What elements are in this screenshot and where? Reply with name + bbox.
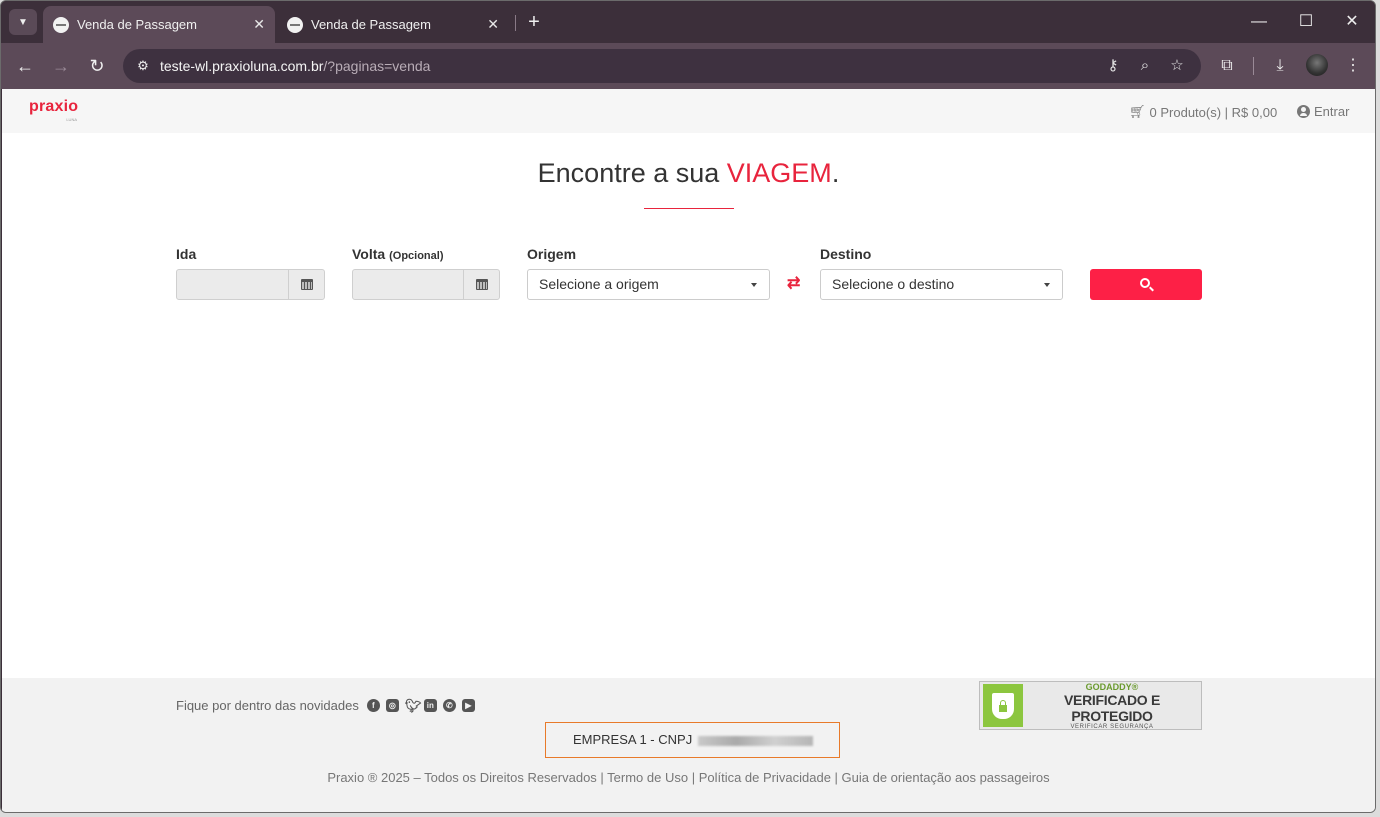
url-path: /?paginas=venda <box>323 58 431 74</box>
browser-window: ▼ Venda de Passagem ✕ Venda de Passagem … <box>0 0 1376 813</box>
site-header: praxio LUNA 🛒︎ 0 Produto(s) | R$ 0,00 En… <box>2 89 1375 133</box>
ida-date-field[interactable] <box>176 269 325 300</box>
volta-calendar-button[interactable] <box>463 270 499 299</box>
newsletter-row: Fique por dentro das novidades f ◎ 🐦︎ in… <box>176 698 475 713</box>
godaddy-seal[interactable]: GODADDY® VERIFICADO E PROTEGIDO VERIFICA… <box>979 681 1202 730</box>
praxio-logo[interactable]: praxio LUNA <box>29 99 79 123</box>
destino-select-value: Selecione o destino <box>832 276 955 292</box>
youtube-icon[interactable]: ▶ <box>461 699 475 712</box>
redacted-cnpj <box>697 735 813 746</box>
menu-kebab-icon[interactable]: ⋮ <box>1340 53 1366 79</box>
favicon-icon <box>53 16 69 33</box>
close-tab-icon[interactable]: ✕ <box>253 16 265 33</box>
destino-select[interactable]: Selecione o destino <box>820 269 1063 300</box>
url-text[interactable]: teste-wl.praxioluna.com.br/?paginas=vend… <box>160 58 430 74</box>
ida-calendar-button[interactable] <box>288 270 324 299</box>
close-tab-icon[interactable]: ✕ <box>487 16 499 33</box>
title-underline <box>644 208 734 209</box>
tab-title: Venda de Passagem <box>77 17 197 32</box>
extensions-icon[interactable]: ⧉ <box>1214 53 1240 79</box>
godaddy-sub-text: VERIFICAR SEGURANÇA <box>1070 723 1154 730</box>
ida-date-value[interactable] <box>177 270 288 299</box>
close-window-button[interactable]: ✕ <box>1338 9 1366 35</box>
user-circle-icon <box>1297 105 1310 118</box>
login-label: Entrar <box>1314 104 1350 119</box>
cart-summary: 0 Produto(s) | R$ 0,00 <box>1149 104 1278 120</box>
title-accent: VIAGEM <box>726 158 832 188</box>
page-content: praxio LUNA 🛒︎ 0 Produto(s) | R$ 0,00 En… <box>2 89 1375 812</box>
tab-strip: ▼ Venda de Passagem ✕ Venda de Passagem … <box>1 1 1375 43</box>
forward-button[interactable]: → <box>48 53 74 79</box>
caret-down-icon <box>751 283 757 287</box>
facebook-icon[interactable]: f <box>366 699 380 712</box>
site-footer: Fique por dentro das novidades f ◎ 🐦︎ in… <box>2 678 1375 812</box>
zoom-icon[interactable]: ⌕ <box>1133 54 1157 78</box>
download-icon[interactable]: ⤓ <box>1267 53 1293 79</box>
lock-icon <box>999 699 1007 712</box>
swap-arrows-icon[interactable]: ⇄ <box>787 273 800 293</box>
linkedin-icon[interactable]: in <box>423 699 437 712</box>
tab-title: Venda de Passagem <box>311 17 431 32</box>
volta-optional-text: (Opcional) <box>389 250 444 262</box>
origem-select[interactable]: Selecione a origem <box>527 269 770 300</box>
password-key-icon[interactable]: ⚷ <box>1101 54 1125 78</box>
godaddy-main-text: VERIFICADO E PROTEGIDO <box>1064 691 1160 724</box>
favicon-icon <box>287 16 303 33</box>
twitter-icon[interactable]: 🐦︎ <box>405 699 422 712</box>
search-icon <box>1139 278 1150 288</box>
reload-button[interactable]: ↻ <box>84 53 110 79</box>
maximize-button[interactable]: ☐ <box>1292 9 1320 35</box>
tab-search-button[interactable]: ▼ <box>9 9 37 35</box>
social-links: f ◎ 🐦︎ in ✆ ▶ <box>366 699 475 712</box>
tab-separator <box>515 15 516 31</box>
login-link[interactable]: Entrar <box>1297 104 1349 119</box>
profile-avatar[interactable] <box>1306 54 1328 76</box>
calendar-icon <box>300 279 313 290</box>
origem-select-value: Selecione a origem <box>539 276 659 292</box>
volta-label: Volta (Opcional) <box>352 246 443 262</box>
page-title: Encontre a sua VIAGEM. <box>2 158 1375 189</box>
volta-date-value[interactable] <box>353 270 463 299</box>
copyright-links[interactable]: Praxio ® 2025 – Todos os Direitos Reserv… <box>2 770 1375 785</box>
new-tab-button[interactable]: + <box>523 10 545 34</box>
shield-icon <box>983 684 1023 727</box>
company-info: EMPRESA 1 - CNPJ <box>545 722 840 758</box>
cart-icon: 🛒︎ <box>1129 104 1146 119</box>
company-text: EMPRESA 1 - CNPJ <box>573 732 693 747</box>
caret-down-icon <box>1044 283 1050 287</box>
chevron-down-icon: ▼ <box>18 16 28 28</box>
newsletter-text: Fique por dentro das novidades <box>176 698 359 713</box>
toolbar-separator <box>1253 57 1254 75</box>
tab-venda-inactive[interactable]: Venda de Passagem ✕ <box>277 6 509 43</box>
logo-text: praxio <box>29 98 79 115</box>
calendar-icon <box>475 279 488 290</box>
minimize-button[interactable]: — <box>1245 9 1273 35</box>
back-button[interactable]: ← <box>12 53 38 79</box>
volta-date-field[interactable] <box>352 269 500 300</box>
origem-label: Origem <box>527 246 577 262</box>
cart-link[interactable]: 🛒︎ 0 Produto(s) | R$ 0,00 <box>1129 104 1277 120</box>
site-info-icon[interactable]: ⚙ <box>131 54 155 78</box>
ida-label: Ida <box>176 246 197 262</box>
bookmark-star-icon[interactable]: ☆ <box>1165 54 1189 78</box>
godaddy-brand: GODADDY® <box>1085 681 1139 692</box>
tab-venda-active[interactable]: Venda de Passagem ✕ <box>43 6 275 43</box>
logo-subtext: LUNA <box>66 117 77 122</box>
whatsapp-icon[interactable]: ✆ <box>442 699 456 712</box>
title-prefix: Encontre a sua <box>537 158 727 188</box>
address-bar[interactable]: ⚙ teste-wl.praxioluna.com.br/?paginas=ve… <box>123 49 1201 83</box>
instagram-icon[interactable]: ◎ <box>385 699 399 712</box>
destino-label: Destino <box>820 246 872 262</box>
volta-label-text: Volta <box>352 246 386 262</box>
browser-toolbar: ← → ↻ ⚙ teste-wl.praxioluna.com.br/?pagi… <box>1 43 1375 89</box>
url-host: teste-wl.praxioluna.com.br <box>160 58 324 74</box>
search-button[interactable] <box>1090 269 1202 300</box>
title-suffix: . <box>831 158 840 188</box>
